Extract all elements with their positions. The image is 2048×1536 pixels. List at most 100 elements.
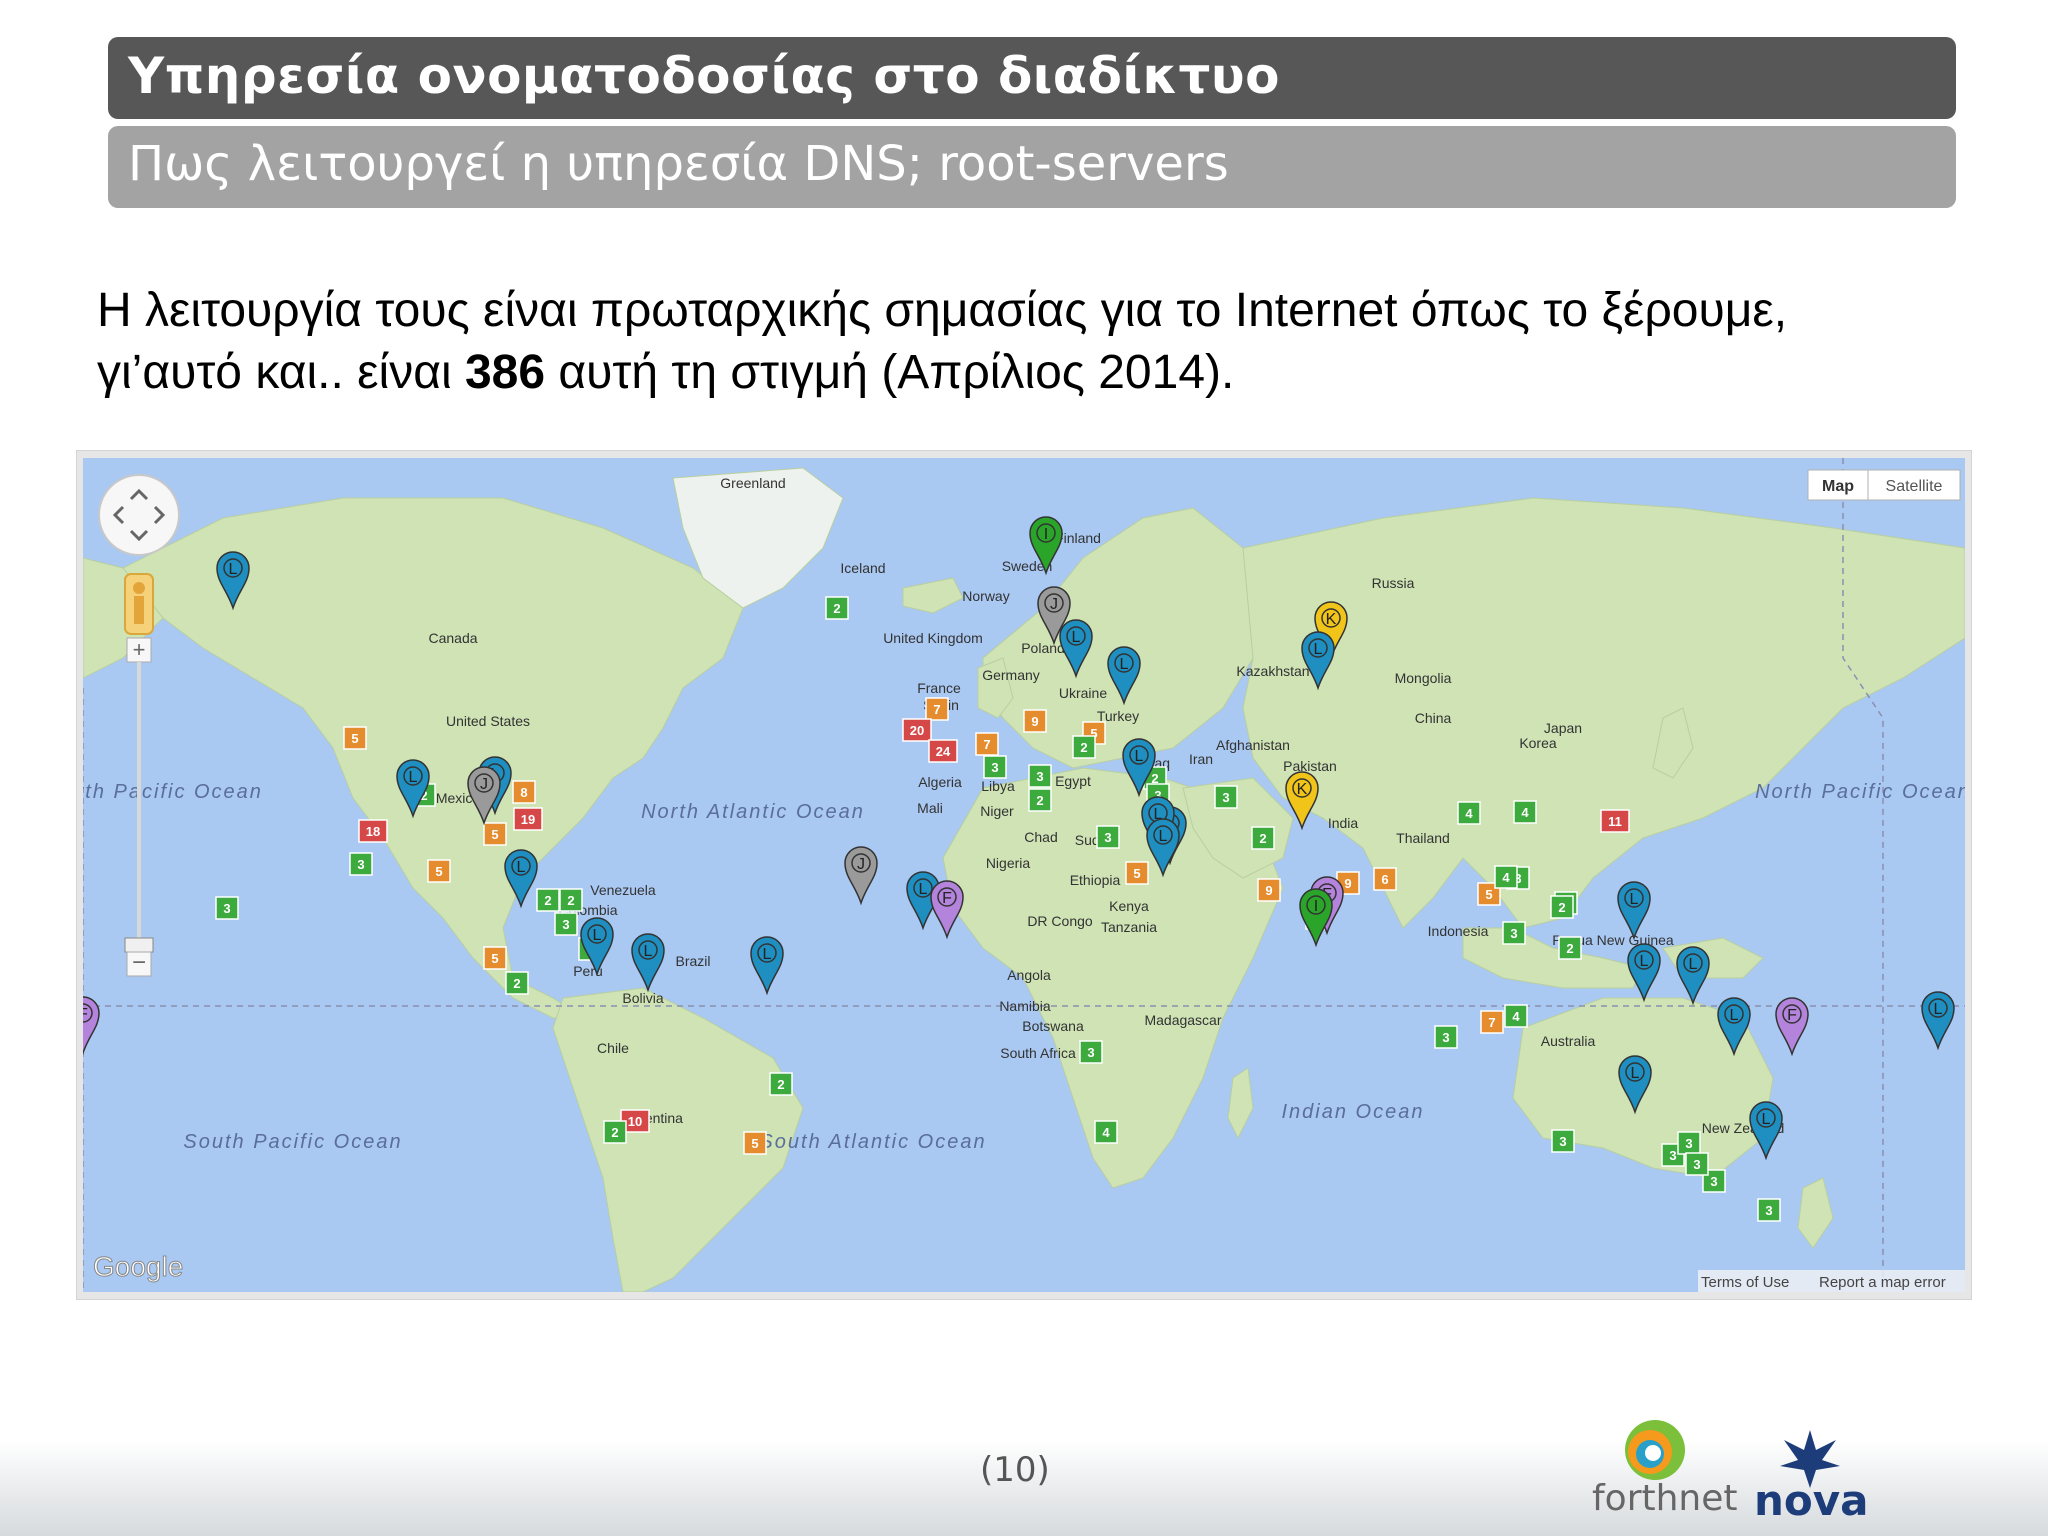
cluster-count: 3	[1559, 1134, 1566, 1149]
cluster-marker[interactable]: 5	[743, 1131, 767, 1155]
cluster-marker[interactable]: 4	[1504, 1004, 1528, 1028]
cluster-count: 2	[1558, 900, 1565, 915]
cluster-marker[interactable]: 3	[1028, 764, 1052, 788]
cluster-marker[interactable]: 2	[505, 971, 529, 995]
zoom-slider-track[interactable]	[137, 662, 141, 952]
cluster-count: 2	[567, 893, 574, 908]
cluster-marker[interactable]: 2	[603, 1120, 627, 1144]
cluster-marker[interactable]: 3	[1685, 1152, 1709, 1176]
cluster-marker[interactable]: 4	[1094, 1120, 1118, 1144]
cluster-count: 24	[936, 744, 951, 759]
cluster-marker[interactable]: 3	[554, 912, 578, 936]
place-label-australia: Australia	[1541, 1033, 1596, 1049]
body-line-2: γι’αυτό και.. είναι 386 αυτή τη στιγμή (…	[97, 342, 1977, 404]
place-label-canada: Canada	[428, 630, 477, 646]
zoom-out-icon[interactable]: −	[132, 949, 146, 976]
cluster-marker[interactable]: 2	[769, 1072, 793, 1096]
cluster-marker[interactable]: 8	[512, 780, 536, 804]
place-label-ethiopia: Ethiopia	[1070, 872, 1121, 888]
pin-letter: L	[1159, 828, 1168, 845]
pin-letter: L	[1630, 891, 1639, 908]
pin-letter: L	[919, 881, 928, 898]
place-label-france: France	[917, 680, 961, 696]
cluster-marker[interactable]: 2	[559, 888, 583, 912]
place-label-nigeria: Nigeria	[986, 855, 1031, 871]
pin-letter: L	[409, 769, 418, 786]
cluster-marker[interactable]: 3	[1079, 1040, 1103, 1064]
pin-letter: L	[593, 927, 602, 944]
cluster-marker[interactable]: 5	[427, 859, 451, 883]
cluster-marker[interactable]: 3	[1096, 825, 1120, 849]
place-label-egypt: Egypt	[1055, 773, 1091, 789]
cluster-marker[interactable]: 7	[925, 697, 949, 721]
place-label-iceland: Iceland	[840, 560, 885, 576]
cluster-marker[interactable]: 2	[1072, 735, 1096, 759]
cluster-count: 3	[1222, 790, 1229, 805]
cluster-marker[interactable]: 5	[483, 946, 507, 970]
cluster-marker[interactable]: 2	[1251, 826, 1275, 850]
cluster-marker[interactable]: 19	[513, 807, 543, 831]
cluster-marker[interactable]: 5	[483, 822, 507, 846]
pin-letter: L	[1135, 748, 1144, 765]
world-map[interactable]: North Pacific Ocean North Atlantic Ocean…	[83, 458, 1965, 1292]
cluster-marker[interactable]: 18	[358, 819, 388, 843]
map-type-map-label: Map	[1822, 478, 1854, 495]
root-servers-map[interactable]: North Pacific Ocean North Atlantic Ocean…	[76, 450, 1972, 1300]
cluster-marker[interactable]: 11	[1600, 809, 1630, 833]
cluster-marker[interactable]: 3	[349, 852, 373, 876]
cluster-marker[interactable]: 4	[1494, 865, 1518, 889]
cluster-count: 3	[1087, 1045, 1094, 1060]
body-text: Η λειτουργία τους είναι πρωταρχικής σημα…	[97, 280, 1977, 404]
ocean-label-indian: Indian Ocean	[1282, 1101, 1425, 1123]
cluster-count: 3	[991, 760, 998, 775]
map-type-control[interactable]: Map Satellite	[1807, 469, 1961, 501]
cluster-marker[interactable]: 6	[1373, 867, 1397, 891]
cluster-marker[interactable]: 4	[1457, 801, 1481, 825]
cluster-marker[interactable]: 3	[1434, 1025, 1458, 1049]
cluster-marker[interactable]: 20	[902, 718, 932, 742]
cluster-marker[interactable]: 3	[215, 896, 239, 920]
pin-letter: I	[1044, 526, 1048, 543]
cluster-marker[interactable]: 4	[1513, 800, 1537, 824]
cluster-marker[interactable]: 7	[975, 732, 999, 756]
cluster-marker[interactable]: 7	[1480, 1010, 1504, 1034]
pin-letter: L	[1762, 1111, 1771, 1128]
cluster-count: 3	[223, 901, 230, 916]
place-label-madagascar: Madagascar	[1144, 1012, 1221, 1028]
pin-letter: F	[83, 1006, 88, 1023]
cluster-marker[interactable]: 3	[1677, 1131, 1701, 1155]
cluster-marker[interactable]: 9	[1023, 709, 1047, 733]
place-label-angola: Angola	[1007, 967, 1051, 983]
pin-letter: L	[229, 561, 238, 578]
cluster-marker[interactable]: 5	[343, 726, 367, 750]
cluster-marker[interactable]: 2	[1550, 895, 1574, 919]
cluster-marker[interactable]: 2	[536, 888, 560, 912]
cluster-marker[interactable]: 2	[1558, 936, 1582, 960]
cluster-marker[interactable]: 5	[1125, 861, 1149, 885]
cluster-count: 3	[1510, 926, 1517, 941]
cluster-marker[interactable]: 3	[983, 755, 1007, 779]
pan-control-base[interactable]	[98, 474, 180, 556]
cluster-marker[interactable]: 2	[825, 596, 849, 620]
place-label-south-africa: South Africa	[1000, 1045, 1076, 1061]
cluster-marker[interactable]: 9	[1257, 878, 1281, 902]
cluster-count: 4	[1465, 806, 1473, 821]
place-label-russia: Russia	[1372, 575, 1415, 591]
cluster-marker[interactable]: 3	[1551, 1129, 1575, 1153]
cluster-marker[interactable]: 3	[1502, 921, 1526, 945]
cluster-marker[interactable]: 2	[1028, 788, 1052, 812]
pin-letter: K	[1297, 781, 1308, 798]
pin-letter: L	[1072, 629, 1081, 646]
zoom-in-icon[interactable]: +	[133, 637, 146, 662]
cluster-marker[interactable]: 24	[928, 739, 958, 763]
report-map-error-link[interactable]: Report a map error	[1819, 1274, 1946, 1291]
cluster-count: 3	[1765, 1203, 1772, 1218]
street-view-pegman-icon[interactable]	[124, 573, 154, 635]
pan-control[interactable]	[98, 474, 180, 556]
place-label-norway: Norway	[962, 588, 1009, 604]
cluster-marker[interactable]: 3	[1757, 1198, 1781, 1222]
cluster-marker[interactable]: 3	[1214, 785, 1238, 809]
place-label-pakistan: Pakistan	[1283, 758, 1337, 774]
ocean-label-north-pacific-east: North Pacific Ocean	[1755, 781, 1965, 803]
terms-of-use-link[interactable]: Terms of Use	[1701, 1274, 1789, 1291]
